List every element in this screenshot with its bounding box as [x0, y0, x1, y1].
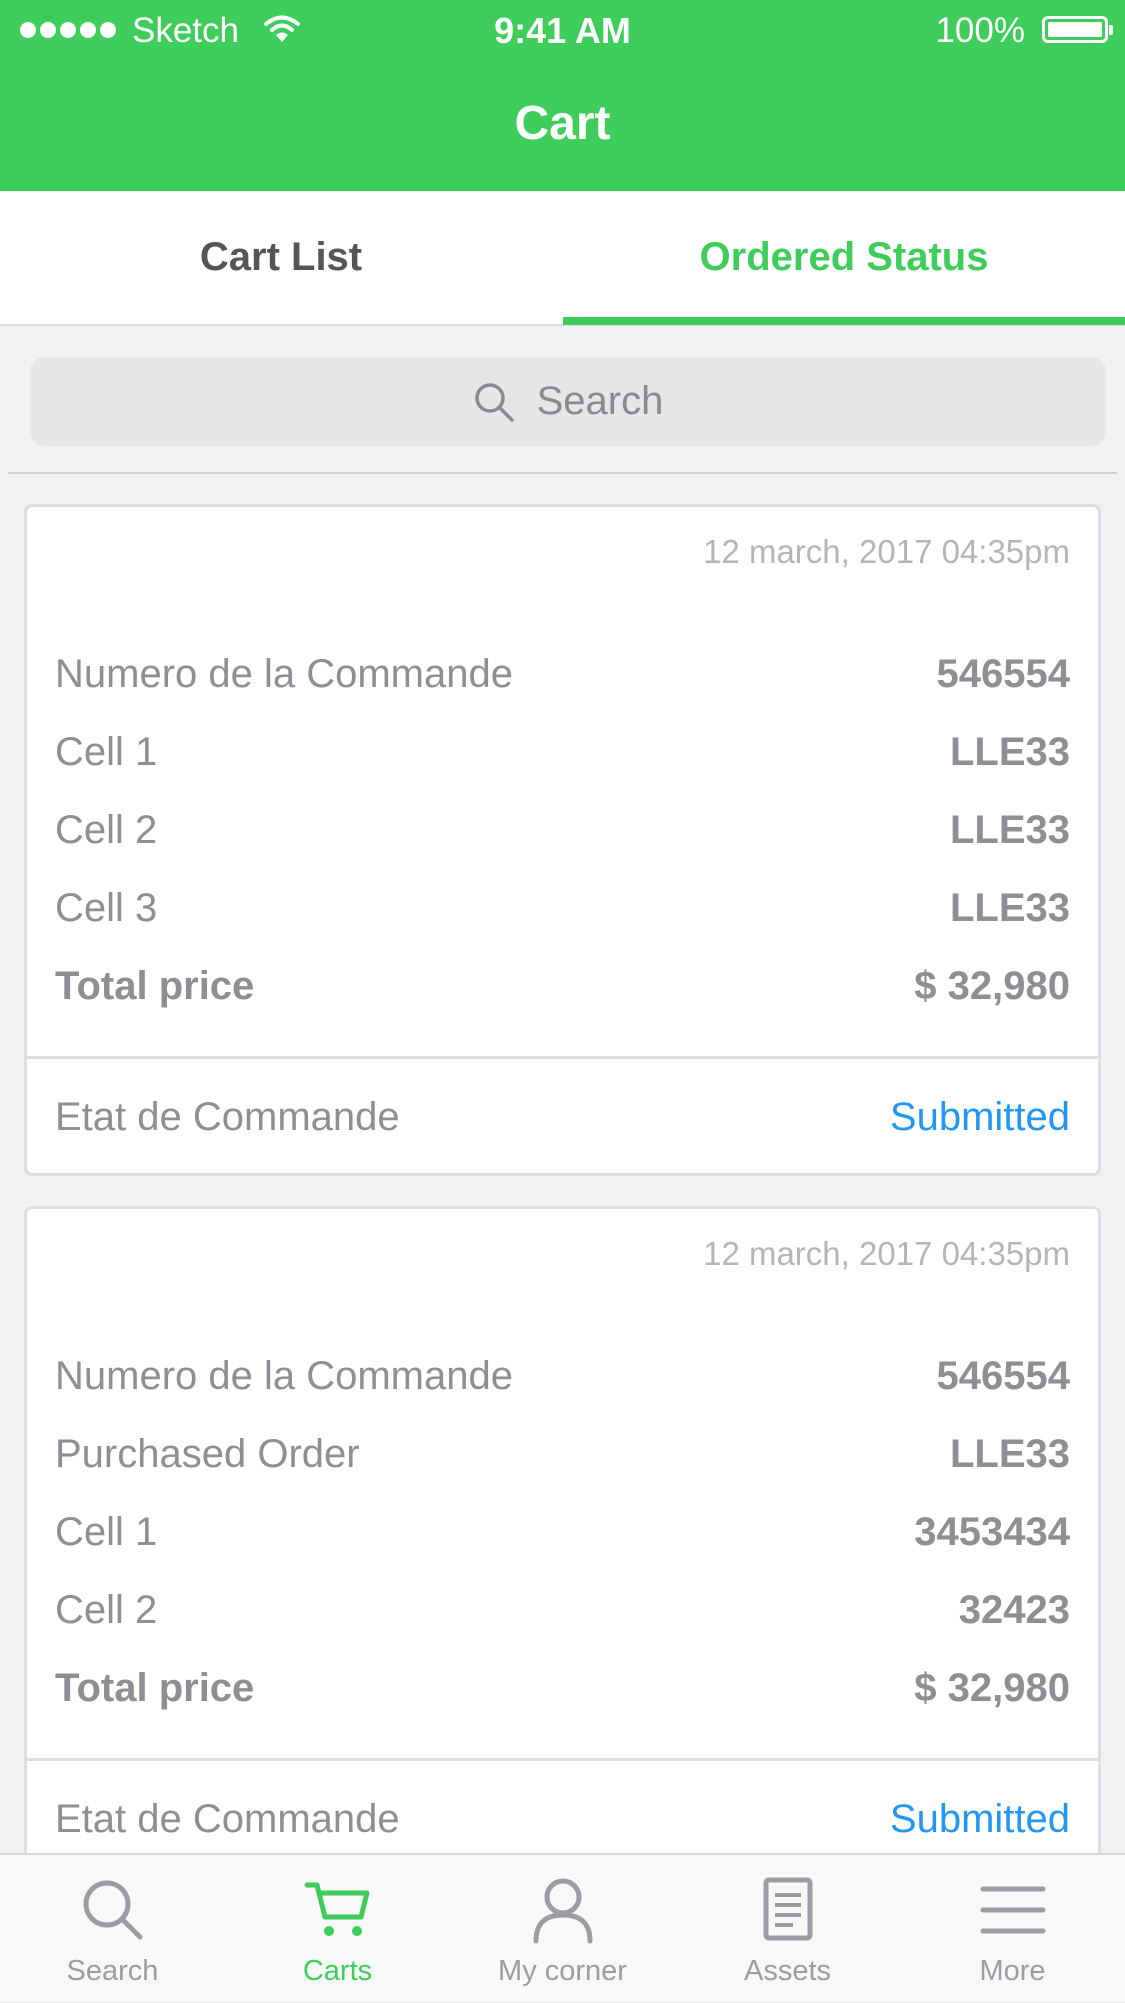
order-status-label: Etat de Commande [55, 1095, 400, 1139]
tab-cart-list[interactable]: Cart List [0, 191, 562, 324]
row-value: LLE33 [949, 807, 1070, 852]
menu-icon [980, 1886, 1045, 1934]
battery-percentage: 100% [935, 11, 1025, 50]
order-status-row: Etat de Commande Submitted [27, 1056, 1098, 1176]
cart-icon [304, 1882, 369, 1936]
row-label: Cell 1 [55, 729, 158, 774]
user-icon [533, 1878, 592, 1944]
row-label: Cell 2 [55, 807, 158, 852]
order-row: Cell 1 3453434 [55, 1493, 1070, 1571]
row-value: LLE33 [949, 885, 1070, 930]
app-header: Sketch 9:41 AM 100% Cart [0, 0, 1125, 191]
total-price-label: Total price [55, 1665, 255, 1710]
total-price-label: Total price [55, 963, 255, 1008]
tab-bar-label: More [979, 1955, 1046, 1987]
active-tab-indicator [563, 317, 1125, 325]
row-value: 546554 [936, 1353, 1070, 1398]
total-price-value: $ 32,980 [914, 963, 1070, 1008]
bottom-tab-bar: Search Carts My corner Assets More [0, 1853, 1125, 2001]
order-status-label: Etat de Commande [55, 1797, 400, 1841]
order-status-value[interactable]: Submitted [890, 1095, 1070, 1140]
tab-bar-more[interactable]: More [900, 1855, 1125, 2003]
total-price-value: $ 32,980 [914, 1665, 1070, 1710]
total-price-row: Total price $ 32,980 [55, 947, 1070, 1025]
order-number-row: Numero de la Commande 546554 [55, 635, 1070, 713]
order-row: Cell 2 32423 [55, 1571, 1070, 1649]
search-icon [83, 1880, 142, 1940]
total-price-row: Total price $ 32,980 [55, 1649, 1070, 1727]
battery-icon [1042, 16, 1113, 43]
page-title: Cart [514, 97, 611, 150]
tab-bar-label: Assets [743, 1955, 832, 1987]
search-placeholder: Search [536, 379, 664, 423]
order-card[interactable]: 12 march, 2017 04:35pm Numero de la Comm… [24, 1206, 1101, 1906]
status-bar: Sketch 9:41 AM 100% [0, 0, 1125, 62]
search-area: Search [0, 326, 1125, 474]
order-date: 12 march, 2017 04:35pm [703, 1235, 1070, 1272]
tab-bar-label: My corner [498, 1955, 627, 1987]
order-row: Purchased Order LLE33 [55, 1415, 1070, 1493]
tab-bar-label: Carts [302, 1955, 373, 1987]
row-value: LLE33 [949, 1431, 1070, 1476]
tab-ordered-status[interactable]: Ordered Status [563, 191, 1125, 324]
row-label: Cell 1 [55, 1509, 158, 1554]
row-value: LLE33 [949, 729, 1070, 774]
row-label: Cell 2 [55, 1587, 158, 1632]
row-value: 3453434 [914, 1509, 1070, 1554]
order-date: 12 march, 2017 04:35pm [703, 533, 1070, 570]
order-status-value[interactable]: Submitted [890, 1797, 1070, 1842]
row-label: Cell 3 [55, 885, 158, 930]
row-value: 546554 [936, 651, 1070, 696]
order-row: Cell 3 LLE33 [55, 869, 1070, 947]
segment-tabs: Cart List Ordered Status [0, 191, 1125, 326]
order-row: Cell 1 LLE33 [55, 713, 1070, 791]
order-card[interactable]: 12 march, 2017 04:35pm Numero de la Comm… [24, 504, 1101, 1176]
order-number-row: Numero de la Commande 546554 [55, 1337, 1070, 1415]
tab-bar-label: Search [66, 1955, 159, 1987]
order-row: Cell 2 LLE33 [55, 791, 1070, 869]
row-label: Numero de la Commande [55, 651, 513, 696]
search-input[interactable]: Search [30, 357, 1106, 446]
divider [8, 472, 1117, 474]
tab-bar-carts[interactable]: Carts [225, 1855, 450, 2003]
row-label: Numero de la Commande [55, 1353, 513, 1398]
document-icon [763, 1877, 812, 1941]
tab-bar-search[interactable]: Search [0, 1855, 225, 2003]
tab-bar-my-corner[interactable]: My corner [450, 1855, 675, 2003]
row-label: Purchased Order [55, 1431, 360, 1476]
tab-bar-assets[interactable]: Assets [675, 1855, 900, 2003]
search-icon [474, 382, 514, 422]
row-value: 32423 [958, 1587, 1070, 1632]
